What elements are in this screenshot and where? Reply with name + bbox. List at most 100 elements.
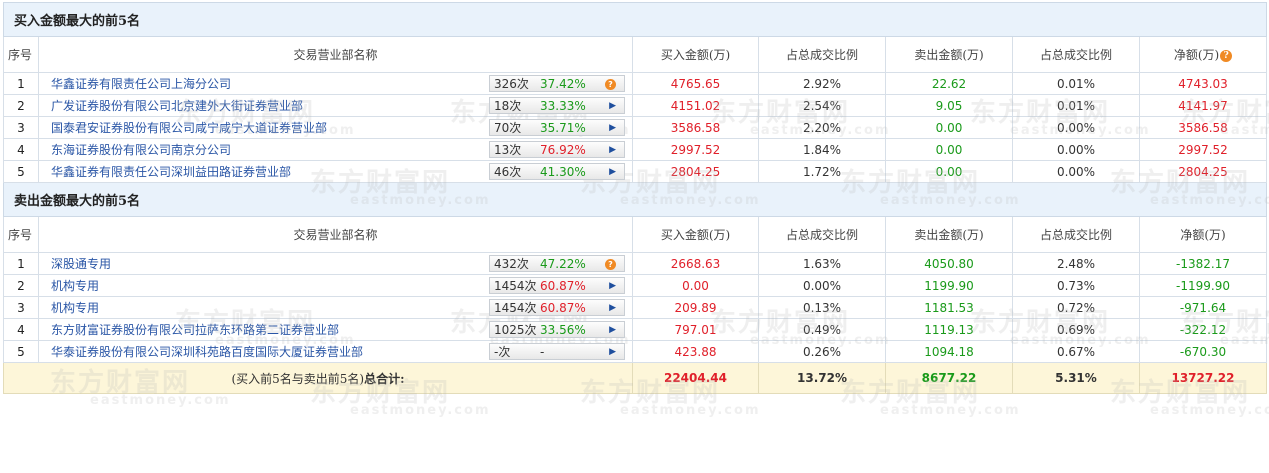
buy-amount-header-label: 买入金额(万)	[660, 48, 731, 62]
listing-win-rate: 47.22%	[540, 257, 586, 271]
name-header: 交易营业部名称	[38, 36, 633, 73]
table-row: 2 机构专用 1454次 60.87% ▶ 0.00 0.00% 1199.90 0.73% -1…	[3, 274, 1267, 297]
buy-amount: 4151.02	[632, 94, 759, 117]
info-icon[interactable]: ?	[605, 79, 616, 90]
arrow-right-icon[interactable]: ▶	[609, 278, 616, 295]
branch-name-link[interactable]: 华泰证券股份有限公司深圳科苑路百度国际大厦证券营业部	[40, 343, 490, 360]
branch-name-link[interactable]: 机构专用	[40, 277, 490, 294]
listing-count-button[interactable]: 46次 41.30% ▶	[489, 163, 625, 180]
help-icon[interactable]: ?	[1220, 50, 1233, 62]
branch-name-link[interactable]: 深股通专用	[40, 255, 490, 272]
buy-ratio: 1.72%	[758, 160, 886, 183]
sell-ratio: 0.01%	[1012, 94, 1140, 117]
table-row: 5 华鑫证券有限责任公司深圳益田路证券营业部 46次 41.30% ▶ 2804.25 1.…	[3, 160, 1267, 183]
listing-count-button[interactable]: 1454次 60.87% ▶	[489, 299, 625, 316]
arrow-right-icon[interactable]: ▶	[609, 344, 616, 361]
sell-amount-header: 卖出金额(万)	[885, 36, 1013, 73]
listing-win-rate: 37.42%	[540, 77, 586, 91]
net-amount: -1199.90	[1139, 274, 1267, 297]
listing-count: 1454次	[494, 301, 537, 315]
branch-name-link[interactable]: 机构专用	[40, 299, 490, 316]
watermark-en: eastmoney.com	[350, 403, 491, 418]
row-index: 1	[3, 252, 39, 275]
listing-count-button[interactable]: 432次 47.22%?	[489, 255, 625, 272]
sell-ratio: 0.00%	[1012, 116, 1140, 139]
arrow-right-icon[interactable]: ▶	[609, 98, 616, 115]
listing-count-button[interactable]: 1025次 33.56% ▶	[489, 321, 625, 338]
net-amount: -1382.17	[1139, 252, 1267, 275]
row-index: 4	[3, 138, 39, 161]
total-buy: 22404.44	[632, 362, 759, 394]
buy-ratio: 0.26%	[758, 340, 886, 363]
table-row: 4 东海证券股份有限公司南京分公司 13次 76.92% ▶ 2997.52 1.84% 0.…	[3, 138, 1267, 161]
buy-ratio-header: 占总成交比例	[758, 216, 886, 253]
branch-name-link[interactable]: 东方财富证券股份有限公司拉萨东环路第二证券营业部	[40, 321, 490, 338]
branch-name-link[interactable]: 华鑫证券有限责任公司上海分公司	[40, 75, 490, 92]
arrow-right-icon[interactable]: ▶	[609, 300, 616, 317]
net-amount: 4743.03	[1139, 72, 1267, 95]
sell-ratio-header-label: 占总成交比例	[1039, 228, 1112, 242]
buy-amount: 423.88	[632, 340, 759, 363]
listing-count-button[interactable]: 13次 76.92% ▶	[489, 141, 625, 158]
buy-section-title: 买入金额最大的前5名	[3, 2, 1267, 37]
total-label: (买入前5名与卖出前5名)总合计:	[3, 362, 633, 394]
table-row: 5 华泰证券股份有限公司深圳科苑路百度国际大厦证券营业部 -次 - ▶ 423.88 0.2…	[3, 340, 1267, 363]
listing-count: 46次	[494, 165, 522, 179]
lhb-table-container: 东方财富网 eastmoney.com 东方财富网 eastmoney.com 东方财富…	[0, 2, 1269, 473]
row-index: 4	[3, 318, 39, 341]
buy-ratio-header: 占总成交比例	[758, 36, 886, 73]
buy-ratio-header-label: 占总成交比例	[785, 228, 858, 242]
row-index: 1	[3, 72, 39, 95]
total-net: 13727.22	[1139, 362, 1267, 394]
sell-amount: 0.00	[885, 116, 1013, 139]
sell-section-header: 卖出金额最大的前5名	[3, 182, 1267, 217]
sell-ratio: 0.00%	[1012, 160, 1140, 183]
branch-cell: 深股通专用 432次 47.22%?	[38, 252, 633, 275]
net-amount: -670.30	[1139, 340, 1267, 363]
net-amount: 2804.25	[1139, 160, 1267, 183]
buy-amount: 3586.58	[632, 116, 759, 139]
listing-count-button[interactable]: 70次 35.71% ▶	[489, 119, 625, 136]
table-row: 4 东方财富证券股份有限公司拉萨东环路第二证券营业部 1025次 33.56% ▶ 797…	[3, 318, 1267, 341]
branch-name-link[interactable]: 国泰君安证券股份有限公司咸宁咸宁大道证券营业部	[40, 119, 490, 136]
arrow-right-icon[interactable]: ▶	[609, 142, 616, 159]
arrow-right-icon[interactable]: ▶	[609, 120, 616, 137]
total-row: (买入前5名与卖出前5名)总合计: 22404.44 13.72% 8677.2…	[3, 362, 1267, 394]
listing-count-button[interactable]: -次 - ▶	[489, 343, 625, 360]
info-icon[interactable]: ?	[605, 259, 616, 270]
listing-count: 1025次	[494, 323, 537, 337]
branch-cell: 华泰证券股份有限公司深圳科苑路百度国际大厦证券营业部 -次 - ▶	[38, 340, 633, 363]
buy-amount-header: 买入金额(万)	[632, 36, 759, 73]
buy-ratio-header-label: 占总成交比例	[785, 48, 858, 62]
total-label-prefix: (买入前5名与卖出前5名)	[231, 371, 365, 386]
arrow-right-icon[interactable]: ▶	[609, 322, 616, 339]
sell-amount: 1199.90	[885, 274, 1013, 297]
buy-amount: 0.00	[632, 274, 759, 297]
sell-ratio: 0.01%	[1012, 72, 1140, 95]
watermark-en: eastmoney.com	[1150, 403, 1269, 418]
net-header-label: 净额(万)	[1180, 228, 1226, 242]
listing-count-button[interactable]: 326次 37.42%?	[489, 75, 625, 92]
branch-name-link[interactable]: 华鑫证券有限责任公司深圳益田路证券营业部	[40, 163, 490, 180]
branch-cell: 广发证券股份有限公司北京建外大街证券营业部 18次 33.33% ▶	[38, 94, 633, 117]
listing-win-rate: 33.56%	[540, 323, 586, 337]
branch-name-link[interactable]: 东海证券股份有限公司南京分公司	[40, 141, 490, 158]
buy-amount: 2997.52	[632, 138, 759, 161]
arrow-right-icon[interactable]: ▶	[609, 164, 616, 181]
sell-amount: 9.05	[885, 94, 1013, 117]
sell-ratio: 2.48%	[1012, 252, 1140, 275]
row-index: 5	[3, 160, 39, 183]
branch-cell: 国泰君安证券股份有限公司咸宁咸宁大道证券营业部 70次 35.71% ▶	[38, 116, 633, 139]
sell-ratio: 0.67%	[1012, 340, 1140, 363]
listing-count: 326次	[494, 77, 529, 91]
row-index: 3	[3, 296, 39, 319]
branch-cell: 华鑫证券有限责任公司深圳益田路证券营业部 46次 41.30% ▶	[38, 160, 633, 183]
table-row: 1 华鑫证券有限责任公司上海分公司 326次 37.42%? 4765.65 2.92% 2…	[3, 72, 1267, 95]
listing-count-button[interactable]: 1454次 60.87% ▶	[489, 277, 625, 294]
branch-name-link[interactable]: 广发证券股份有限公司北京建外大街证券营业部	[40, 97, 490, 114]
sell-amount-header: 卖出金额(万)	[885, 216, 1013, 253]
table-row: 2 广发证券股份有限公司北京建外大街证券营业部 18次 33.33% ▶ 4151.02 2…	[3, 94, 1267, 117]
listing-count-button[interactable]: 18次 33.33% ▶	[489, 97, 625, 114]
net-amount: 3586.58	[1139, 116, 1267, 139]
net-header-label: 净额(万)	[1173, 48, 1220, 62]
